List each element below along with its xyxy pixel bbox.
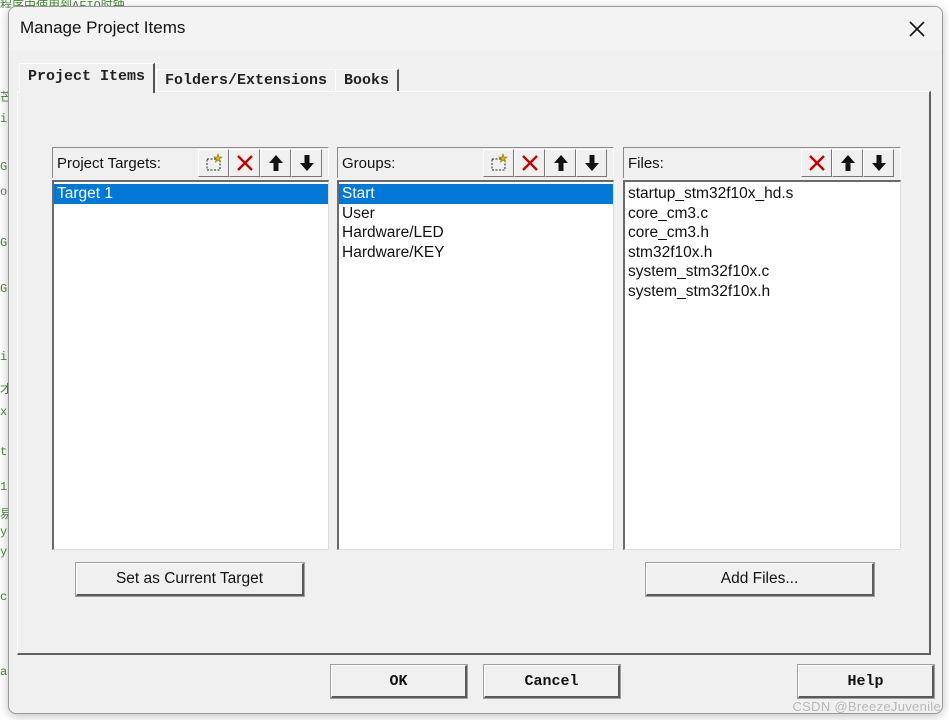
tab-folders-extensions[interactable]: Folders/Extensions <box>156 69 338 91</box>
close-icon <box>909 21 925 37</box>
list-item[interactable]: Start <box>339 184 613 204</box>
list-item[interactable]: stm32f10x.h <box>625 243 900 263</box>
list-item[interactable]: system_stm32f10x.c <box>625 262 900 282</box>
delete-icon <box>808 155 825 171</box>
move-up-icon <box>553 155 568 171</box>
delete-file-button[interactable] <box>801 149 832 177</box>
list-item[interactable]: core_cm3.c <box>625 204 900 224</box>
groups-list[interactable]: Start User Hardware/LED Hardware/KEY <box>337 180 614 550</box>
move-file-up-button[interactable] <box>832 149 863 177</box>
targets-list[interactable]: Target 1 <box>52 180 329 550</box>
list-item[interactable]: startup_stm32f10x_hd.s <box>625 184 900 204</box>
new-group-button[interactable] <box>483 149 514 177</box>
list-item[interactable]: Target 1 <box>54 184 328 204</box>
files-toolbar <box>801 149 894 177</box>
move-target-up-button[interactable] <box>260 149 291 177</box>
move-file-down-button[interactable] <box>863 149 894 177</box>
files-header: Files: <box>623 147 901 178</box>
move-group-up-button[interactable] <box>545 149 576 177</box>
set-current-target-button[interactable]: Set as Current Target <box>75 562 305 597</box>
groups-header: Groups: <box>337 147 614 178</box>
ok-button[interactable]: OK <box>330 664 468 699</box>
close-button[interactable] <box>900 13 934 45</box>
new-target-button[interactable] <box>198 149 229 177</box>
list-item[interactable]: system_stm32f10x.h <box>625 282 900 302</box>
files-list[interactable]: startup_stm32f10x_hd.s core_cm3.c core_cm3… <box>623 180 901 550</box>
manage-project-items-dialog: Manage Project Items Project Items Folde… <box>8 6 943 714</box>
targets-toolbar <box>198 149 322 177</box>
cancel-button[interactable]: Cancel <box>483 664 621 699</box>
targets-label: Project Targets: <box>57 155 161 172</box>
delete-target-button[interactable] <box>229 149 260 177</box>
help-button[interactable]: Help <box>797 664 935 699</box>
tab-project-items[interactable]: Project Items <box>19 63 156 93</box>
list-item[interactable]: Hardware/LED <box>339 223 613 243</box>
new-icon <box>206 153 223 171</box>
new-icon <box>491 153 508 171</box>
move-down-icon <box>871 155 886 171</box>
dialog-title: Manage Project Items <box>20 18 186 37</box>
tab-books[interactable]: Books <box>335 69 400 91</box>
delete-group-button[interactable] <box>514 149 545 177</box>
move-target-down-button[interactable] <box>291 149 322 177</box>
move-down-icon <box>584 155 599 171</box>
list-item[interactable]: Hardware/KEY <box>339 243 613 263</box>
move-up-icon <box>268 155 283 171</box>
targets-header: Project Targets: <box>52 147 329 178</box>
delete-icon <box>521 155 538 171</box>
list-item[interactable]: core_cm3.h <box>625 223 900 243</box>
add-files-button[interactable]: Add Files... <box>645 562 875 597</box>
files-label: Files: <box>628 155 664 172</box>
groups-toolbar <box>483 149 607 177</box>
move-group-down-button[interactable] <box>576 149 607 177</box>
delete-icon <box>236 155 253 171</box>
move-down-icon <box>299 155 314 171</box>
title-bar: Manage Project Items <box>9 7 942 51</box>
groups-label: Groups: <box>342 155 396 172</box>
move-up-icon <box>840 155 855 171</box>
list-item[interactable]: User <box>339 204 613 224</box>
watermark: CSDN @BreezeJuvenile <box>792 699 941 714</box>
